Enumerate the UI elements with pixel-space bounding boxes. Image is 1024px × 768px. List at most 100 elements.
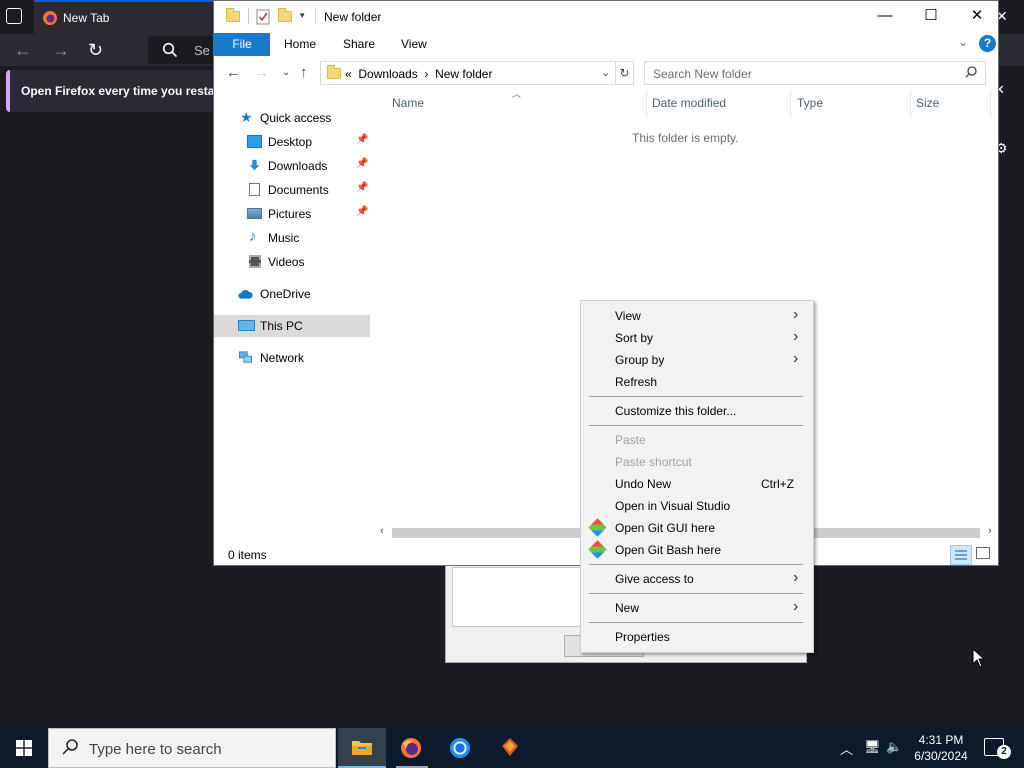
expand-ribbon-chevron-icon[interactable]: ⌄ xyxy=(958,35,968,49)
column-header-size[interactable]: Size xyxy=(916,96,939,110)
menu-separator xyxy=(589,396,803,397)
forward-arrow-icon[interactable]: → xyxy=(254,64,269,81)
breadcrumb-overflow[interactable]: « xyxy=(345,67,352,81)
nav-item-label: OneDrive xyxy=(260,287,311,301)
menu-item-sort-by[interactable]: Sort by › xyxy=(581,327,813,349)
menu-item-label: Undo New xyxy=(615,477,672,491)
recent-locations-chevron-icon[interactable]: ⌄ xyxy=(282,67,290,78)
column-divider[interactable] xyxy=(990,91,991,117)
refresh-icon[interactable]: ↻ xyxy=(616,61,634,85)
column-header-date-modified[interactable]: Date modified xyxy=(652,96,726,110)
menu-item-label: Open Git Bash here xyxy=(615,543,722,557)
firefox-icon xyxy=(401,738,421,758)
nav-item-desktop[interactable]: Desktop 📌 xyxy=(214,131,370,153)
firefox-forward-icon[interactable]: → xyxy=(52,41,70,59)
close-icon[interactable]: ✕ xyxy=(954,1,998,31)
firefox-logo-icon xyxy=(43,11,57,25)
firefox-tab-list-icon[interactable] xyxy=(6,8,22,24)
address-row: ← → ⌄ ↑ « Downloads › New folder ⌄ ↻ Sea… xyxy=(214,59,998,87)
back-arrow-icon[interactable]: ← xyxy=(226,64,241,81)
menu-item-new[interactable]: New › xyxy=(581,597,813,619)
taskbar-file-explorer[interactable] xyxy=(338,728,386,768)
submenu-arrow-icon: › xyxy=(793,306,799,323)
details-view-icon[interactable] xyxy=(950,545,972,565)
breadcrumb-new-folder[interactable]: New folder xyxy=(435,67,492,81)
new-folder-icon[interactable] xyxy=(278,8,292,22)
nav-item-videos[interactable]: Videos xyxy=(214,251,370,273)
firefox-back-icon[interactable]: ← xyxy=(14,41,32,59)
column-divider[interactable] xyxy=(910,91,911,117)
menu-item-group-by[interactable]: Group by › xyxy=(581,349,813,371)
menu-item-git-bash[interactable]: Open Git Bash here xyxy=(581,539,813,561)
column-divider[interactable] xyxy=(646,91,647,117)
breadcrumb-downloads[interactable]: Downloads xyxy=(358,67,417,81)
scroll-left-icon[interactable]: ‹ xyxy=(380,525,384,537)
menu-item-view[interactable]: View › xyxy=(581,305,813,327)
empty-folder-message: This folder is empty. xyxy=(632,131,739,145)
nav-item-label: Quick access xyxy=(260,111,332,125)
menu-item-git-gui[interactable]: Open Git GUI here xyxy=(581,517,813,539)
nav-item-onedrive[interactable]: OneDrive xyxy=(214,283,370,305)
taskbar-chrome[interactable] xyxy=(436,728,484,768)
column-header-type[interactable]: Type xyxy=(797,96,823,110)
address-bar[interactable]: « Downloads › New folder ⌄ xyxy=(320,61,616,85)
clock[interactable]: 4:31 PM 6/30/2024 xyxy=(906,732,976,764)
menu-item-refresh[interactable]: Refresh xyxy=(581,371,813,393)
firefox-search-icon xyxy=(162,42,178,58)
submenu-arrow-icon: › xyxy=(793,350,799,367)
menu-item-undo-new[interactable]: Undo New Ctrl+Z xyxy=(581,473,813,495)
taskbar-search-placeholder: Type here to search xyxy=(89,741,222,758)
breadcrumb-separator[interactable]: › xyxy=(424,67,428,81)
column-divider[interactable] xyxy=(790,91,791,117)
nav-item-label: Pictures xyxy=(268,207,312,221)
nav-item-music[interactable]: ♪ Music xyxy=(214,227,370,249)
nav-item-pictures[interactable]: Pictures 📌 xyxy=(214,203,370,225)
notifications-icon[interactable]: 2 xyxy=(984,738,1011,759)
clock-date: 6/30/2024 xyxy=(914,749,968,763)
menu-item-label: View xyxy=(615,309,641,323)
up-arrow-icon[interactable]: ↑ xyxy=(300,64,308,81)
nav-item-downloads[interactable]: Downloads 📌 xyxy=(214,155,370,177)
nav-item-documents[interactable]: Documents 📌 xyxy=(214,179,370,201)
volume-muted-icon[interactable]: 🔈 xyxy=(886,739,902,755)
firefox-reload-icon[interactable]: ↻ xyxy=(88,41,103,59)
pictures-icon xyxy=(247,208,262,219)
help-icon[interactable]: ? xyxy=(979,35,996,52)
minimize-icon[interactable]: — xyxy=(862,1,908,31)
scroll-right-icon[interactable]: › xyxy=(988,525,992,537)
taskbar-app-orange[interactable] xyxy=(486,728,534,768)
customize-toolbar-chevron-icon[interactable]: ▾ xyxy=(300,10,305,21)
menu-item-paste[interactable]: Paste xyxy=(581,429,813,451)
search-box[interactable]: Search New folder xyxy=(644,61,986,85)
menu-item-give-access[interactable]: Give access to › xyxy=(581,568,813,590)
network-icon[interactable]: 🖥 xyxy=(864,739,881,755)
tab-home[interactable]: Home xyxy=(284,37,316,51)
firefox-tab-new-tab[interactable]: New Tab xyxy=(34,0,214,34)
tab-share[interactable]: Share xyxy=(343,37,375,51)
large-icons-view-icon[interactable] xyxy=(976,547,990,559)
nav-item-quick-access[interactable]: ★ Quick access xyxy=(214,107,370,129)
tab-file[interactable]: File xyxy=(214,33,270,56)
maximize-icon[interactable]: ☐ xyxy=(908,1,954,31)
column-header-name[interactable]: Name xyxy=(392,96,424,110)
chrome-icon xyxy=(450,738,470,758)
music-note-icon: ♪ xyxy=(249,228,257,245)
address-dropdown-chevron-icon[interactable]: ⌄ xyxy=(601,66,610,79)
nav-item-label: Downloads xyxy=(268,159,328,173)
firefox-url-placeholder: Se xyxy=(194,43,210,58)
menu-item-paste-shortcut[interactable]: Paste shortcut xyxy=(581,451,813,473)
taskbar-search-box[interactable]: Type here to search xyxy=(48,728,336,768)
git-icon xyxy=(588,518,607,537)
menu-item-customize-folder[interactable]: Customize this folder... xyxy=(581,400,813,422)
menu-item-open-visual-studio[interactable]: Open in Visual Studio xyxy=(581,495,813,517)
tab-view[interactable]: View xyxy=(401,37,427,51)
properties-check-icon[interactable] xyxy=(256,9,270,25)
menu-item-properties[interactable]: Properties xyxy=(581,626,813,648)
show-hidden-icons-chevron-icon[interactable]: ︿ xyxy=(840,739,853,758)
nav-item-label: Desktop xyxy=(268,135,313,149)
nav-item-label: Network xyxy=(260,351,305,365)
taskbar-firefox[interactable] xyxy=(388,728,436,768)
nav-item-this-pc[interactable]: This PC xyxy=(214,315,370,337)
nav-item-network[interactable]: Network xyxy=(214,347,370,369)
start-button[interactable] xyxy=(0,728,48,768)
